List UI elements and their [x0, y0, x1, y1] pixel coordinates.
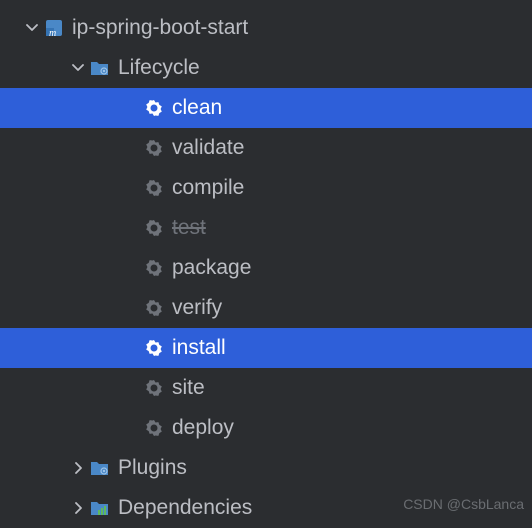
chevron-right-icon	[68, 462, 88, 474]
goal-label: clean	[172, 96, 222, 120]
chevron-down-icon	[22, 22, 42, 34]
gear-icon	[142, 258, 166, 278]
gear-icon	[142, 138, 166, 158]
goal-label: install	[172, 336, 226, 360]
lifecycle-goal-site[interactable]: site	[0, 368, 532, 408]
gear-icon	[142, 418, 166, 438]
goal-label: validate	[172, 136, 244, 160]
gear-icon	[142, 98, 166, 118]
maven-tree: ip-spring-boot-start Lifecycle clean vali…	[0, 0, 532, 528]
goal-label: compile	[172, 176, 244, 200]
lifecycle-node[interactable]: Lifecycle	[0, 48, 532, 88]
goal-label: verify	[172, 296, 222, 320]
goal-label: site	[172, 376, 205, 400]
folder-deps-icon	[88, 498, 112, 518]
lifecycle-goal-verify[interactable]: verify	[0, 288, 532, 328]
goal-label: deploy	[172, 416, 234, 440]
gear-icon	[142, 178, 166, 198]
lifecycle-goal-install[interactable]: install	[0, 328, 532, 368]
folder-gear-icon	[88, 458, 112, 478]
lifecycle-goal-package[interactable]: package	[0, 248, 532, 288]
lifecycle-goal-compile[interactable]: compile	[0, 168, 532, 208]
lifecycle-goal-validate[interactable]: validate	[0, 128, 532, 168]
gear-icon	[142, 298, 166, 318]
plugins-label: Plugins	[118, 456, 187, 480]
lifecycle-goal-deploy[interactable]: deploy	[0, 408, 532, 448]
project-name-label: ip-spring-boot-start	[72, 16, 248, 40]
lifecycle-goal-test[interactable]: test	[0, 208, 532, 248]
gear-icon	[142, 338, 166, 358]
goal-label: test	[172, 216, 206, 240]
lifecycle-label: Lifecycle	[118, 56, 200, 80]
watermark-text: CSDN @CsbLanca	[403, 496, 524, 512]
plugins-node[interactable]: Plugins	[0, 448, 532, 488]
dependencies-label: Dependencies	[118, 496, 252, 520]
folder-gear-icon	[88, 58, 112, 78]
maven-module-icon	[42, 18, 66, 38]
goal-label: package	[172, 256, 251, 280]
project-node[interactable]: ip-spring-boot-start	[0, 8, 532, 48]
lifecycle-goal-clean[interactable]: clean	[0, 88, 532, 128]
gear-icon	[142, 378, 166, 398]
gear-icon	[142, 218, 166, 238]
chevron-down-icon	[68, 62, 88, 74]
chevron-right-icon	[68, 502, 88, 514]
